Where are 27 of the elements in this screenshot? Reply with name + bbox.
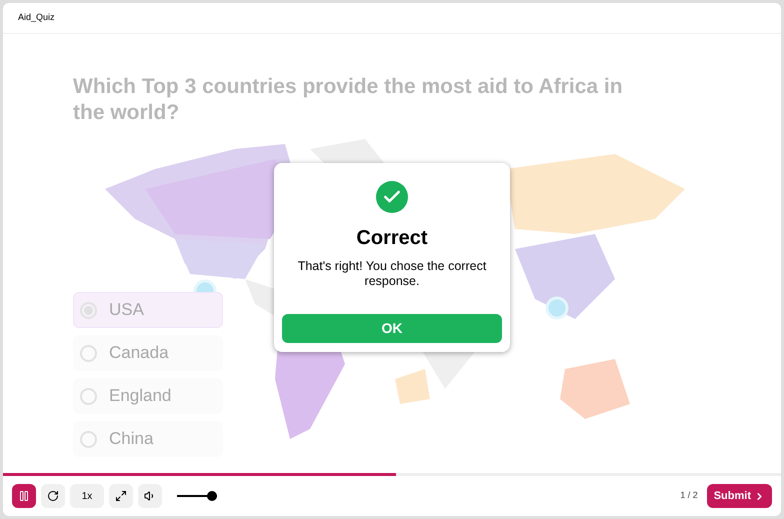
- replay-icon: [47, 490, 59, 502]
- answer-option[interactable]: England: [73, 378, 223, 414]
- feedback-message: That's right! You chose the correct response.: [296, 259, 488, 289]
- volume-button[interactable]: [138, 484, 162, 508]
- pause-icon: [18, 490, 30, 502]
- pause-button[interactable]: [12, 484, 36, 508]
- volume-icon: [144, 490, 156, 502]
- page-counter: 1 / 2: [680, 489, 698, 502]
- radio-icon: [80, 302, 97, 318]
- submit-button[interactable]: Submit: [706, 484, 772, 508]
- answer-option[interactable]: USA: [73, 292, 223, 328]
- fullscreen-button[interactable]: [109, 484, 133, 508]
- volume-thumb[interactable]: [207, 491, 218, 501]
- radio-icon: [80, 430, 97, 448]
- radio-icon: [80, 344, 97, 362]
- speed-button[interactable]: 1x: [70, 484, 104, 508]
- feedback-title: Correct: [356, 226, 428, 251]
- window-title: Aid_Quiz: [18, 11, 55, 24]
- replay-button[interactable]: [41, 484, 65, 508]
- answer-option[interactable]: China: [73, 421, 223, 457]
- ok-button[interactable]: OK: [282, 314, 502, 343]
- question-text: Which Top 3 countries provide the most aid to Africa in the world?: [73, 74, 624, 126]
- check-icon: [376, 181, 408, 213]
- volume-slider[interactable]: [177, 491, 217, 501]
- answer-option[interactable]: Canada: [73, 335, 223, 371]
- fullscreen-icon: [115, 490, 127, 502]
- radio-icon: [80, 388, 97, 404]
